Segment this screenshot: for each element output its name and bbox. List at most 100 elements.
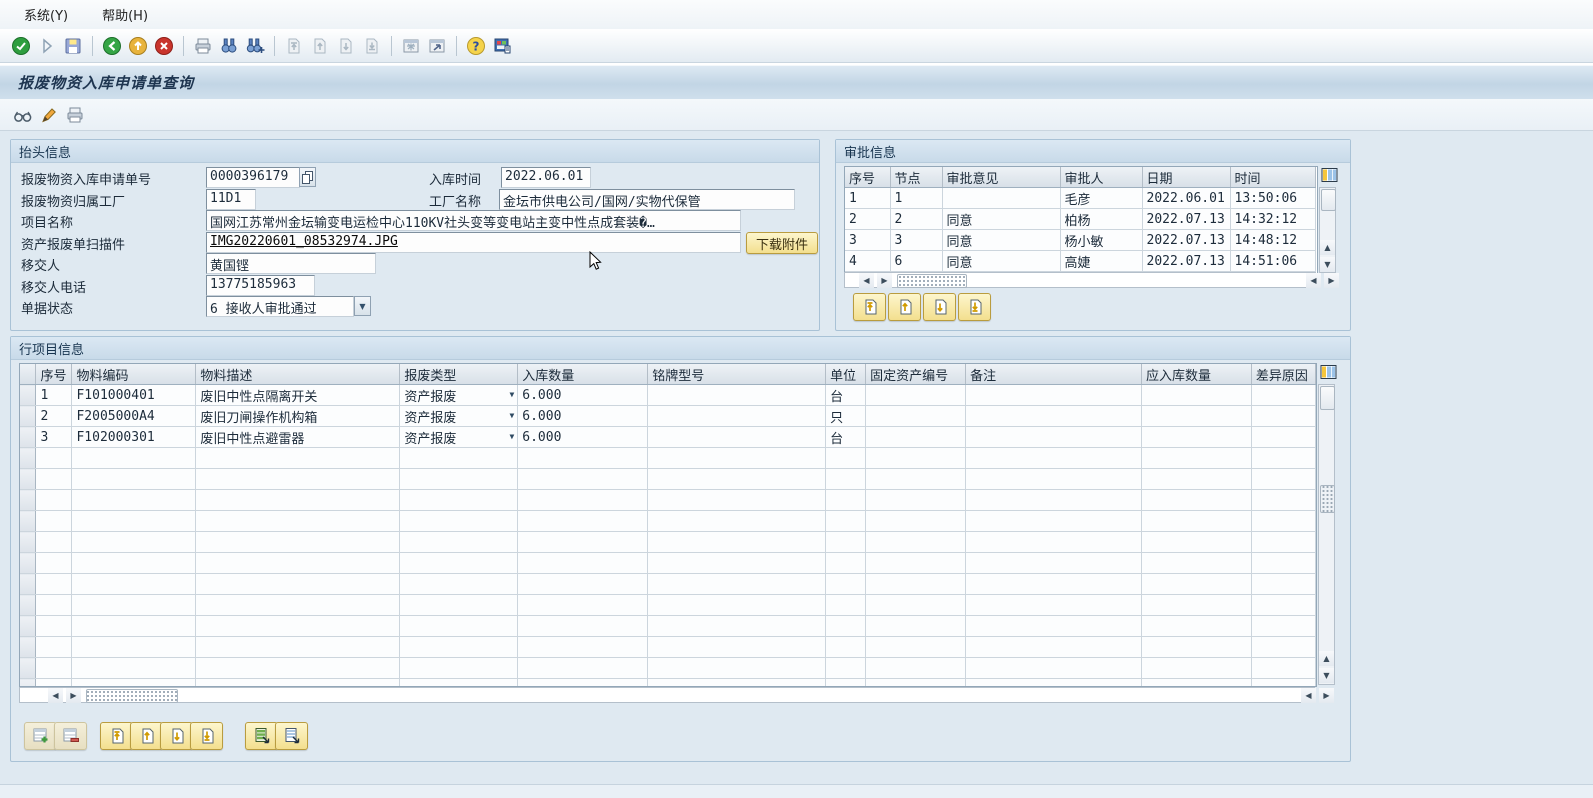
row-selector[interactable] [20, 658, 36, 679]
inbound-time-field[interactable]: 2022.06.01 [501, 167, 591, 188]
cancel-icon[interactable] [152, 34, 176, 58]
scroll-down-icon[interactable]: ▼ [1319, 668, 1334, 683]
scroll-left-icon[interactable]: ◀ [1306, 273, 1321, 288]
scrap-type-dropdown-cell[interactable]: 资产报废▼ [400, 385, 518, 406]
page-down-button[interactable] [160, 722, 193, 750]
col-header[interactable]: 备注 [966, 364, 1142, 385]
download-attachment-button[interactable]: 下载附件 [746, 232, 818, 254]
row-selector[interactable] [20, 385, 36, 406]
help-icon[interactable]: ? [464, 34, 488, 58]
plant-name-field[interactable]: 金坛市供电公司/国网/实物代保管 [499, 189, 795, 210]
row-selector[interactable] [20, 406, 36, 427]
row-selector[interactable] [20, 574, 36, 595]
scan-file-link[interactable]: IMG20220601_08532974.JPG [210, 234, 398, 249]
owning-plant-field[interactable]: 11D1 [206, 189, 256, 210]
insert-row-button[interactable] [24, 722, 57, 750]
row-selector[interactable] [20, 616, 36, 637]
edit-pencil-icon[interactable] [37, 103, 61, 127]
first-page-button[interactable] [100, 722, 133, 750]
row-selector[interactable] [20, 469, 36, 490]
page-up-button[interactable] [888, 293, 921, 321]
print-icon[interactable] [191, 34, 215, 58]
scrollbar-thumb[interactable] [897, 274, 967, 288]
scrollbar-thumb[interactable] [86, 689, 178, 703]
exit-icon[interactable] [126, 34, 150, 58]
scan-file-link-field[interactable]: IMG20220601_08532974.JPG [206, 232, 741, 253]
save-icon[interactable] [61, 34, 85, 58]
shortcut-icon[interactable] [425, 34, 449, 58]
page-down-button[interactable] [923, 293, 956, 321]
menu-help[interactable]: 帮助(H) [92, 1, 158, 28]
transferor-field[interactable]: 黄国铿 [206, 253, 376, 274]
scroll-right-icon[interactable]: ▶ [1324, 273, 1339, 288]
col-header[interactable]: 日期 [1142, 167, 1230, 188]
table-config-icon[interactable] [1319, 165, 1339, 185]
last-page-icon[interactable] [360, 34, 384, 58]
row-selector[interactable] [20, 427, 36, 448]
col-header[interactable]: 节点 [890, 167, 942, 188]
select-all-button[interactable] [245, 722, 278, 750]
col-header[interactable]: 单位 [826, 364, 866, 385]
col-header[interactable]: 审批人 [1060, 167, 1142, 188]
continue-icon[interactable] [35, 34, 59, 58]
menu-system[interactable]: 系统(Y) [14, 1, 78, 28]
row-selector[interactable] [20, 511, 36, 532]
col-header[interactable]: 物料编码 [72, 364, 196, 385]
row-selector[interactable] [20, 595, 36, 616]
prev-page-icon[interactable] [308, 34, 332, 58]
col-header[interactable]: 应入库数量 [1141, 364, 1251, 385]
row-selector[interactable] [20, 553, 36, 574]
back-icon[interactable] [100, 34, 124, 58]
scroll-left-icon[interactable]: ◀ [48, 688, 63, 703]
page-up-button[interactable] [130, 722, 163, 750]
last-page-button[interactable] [190, 722, 223, 750]
scroll-up-icon[interactable]: ▲ [1320, 240, 1335, 255]
scroll-right-icon[interactable]: ▶ [66, 688, 81, 703]
scroll-right-icon[interactable]: ▶ [1319, 688, 1334, 703]
enter-icon[interactable] [9, 34, 33, 58]
col-header[interactable]: 时间 [1230, 167, 1315, 188]
new-session-icon[interactable] [399, 34, 423, 58]
apply-no-field[interactable]: 0000396179 [206, 167, 300, 188]
scroll-left-icon[interactable]: ◀ [1301, 688, 1316, 703]
scrollbar-thumb[interactable] [1321, 189, 1336, 211]
transferor-phone-field[interactable]: 13775185963 [206, 275, 315, 296]
scroll-left-icon[interactable]: ◀ [859, 273, 874, 288]
col-header[interactable]: 固定资产编号 [866, 364, 966, 385]
select-all-header[interactable] [20, 364, 36, 385]
col-header[interactable]: 铭牌型号 [648, 364, 826, 385]
copy-icon[interactable] [299, 167, 316, 187]
deselect-all-button[interactable] [275, 722, 308, 750]
scrap-type-dropdown-cell[interactable]: 资产报废▼ [400, 406, 518, 427]
col-header[interactable]: 报废类型 [400, 364, 518, 385]
find-icon[interactable] [217, 34, 241, 58]
row-selector[interactable] [20, 637, 36, 658]
delete-row-button[interactable] [54, 722, 87, 750]
row-selector[interactable] [20, 490, 36, 511]
doc-status-dropdown-button[interactable]: ▼ [354, 296, 371, 316]
display-glasses-icon[interactable] [11, 103, 35, 127]
scrap-type-dropdown-cell[interactable]: 资产报废▼ [400, 427, 518, 448]
col-header[interactable]: 入库数量 [518, 364, 648, 385]
col-header[interactable]: 序号 [845, 167, 890, 188]
scroll-down-icon[interactable]: ▼ [1320, 257, 1335, 272]
row-selector[interactable] [20, 532, 36, 553]
next-page-icon[interactable] [334, 34, 358, 58]
scroll-up-icon[interactable]: ▲ [1319, 651, 1334, 666]
print-icon[interactable] [63, 103, 87, 127]
doc-status-field[interactable]: 6 接收人审批通过 [206, 296, 354, 317]
scrollbar-thumb[interactable] [1320, 386, 1335, 410]
last-page-button[interactable] [958, 293, 991, 321]
row-selector[interactable] [20, 448, 36, 469]
col-header[interactable]: 物料描述 [196, 364, 400, 385]
col-header[interactable]: 审批意见 [942, 167, 1060, 188]
table-config-icon[interactable] [1318, 362, 1338, 382]
col-header[interactable]: 差异原因 [1251, 364, 1315, 385]
scroll-right-icon[interactable]: ▶ [877, 273, 892, 288]
first-page-icon[interactable] [282, 34, 306, 58]
find-next-icon[interactable] [243, 34, 267, 58]
project-name-field[interactable]: 国网江苏常州金坛输变电运检中心110KV社头变等变电站主变中性点成套装�… [206, 210, 741, 231]
first-page-button[interactable] [853, 293, 886, 321]
row-selector[interactable] [20, 679, 36, 688]
customize-icon[interactable] [490, 34, 514, 58]
